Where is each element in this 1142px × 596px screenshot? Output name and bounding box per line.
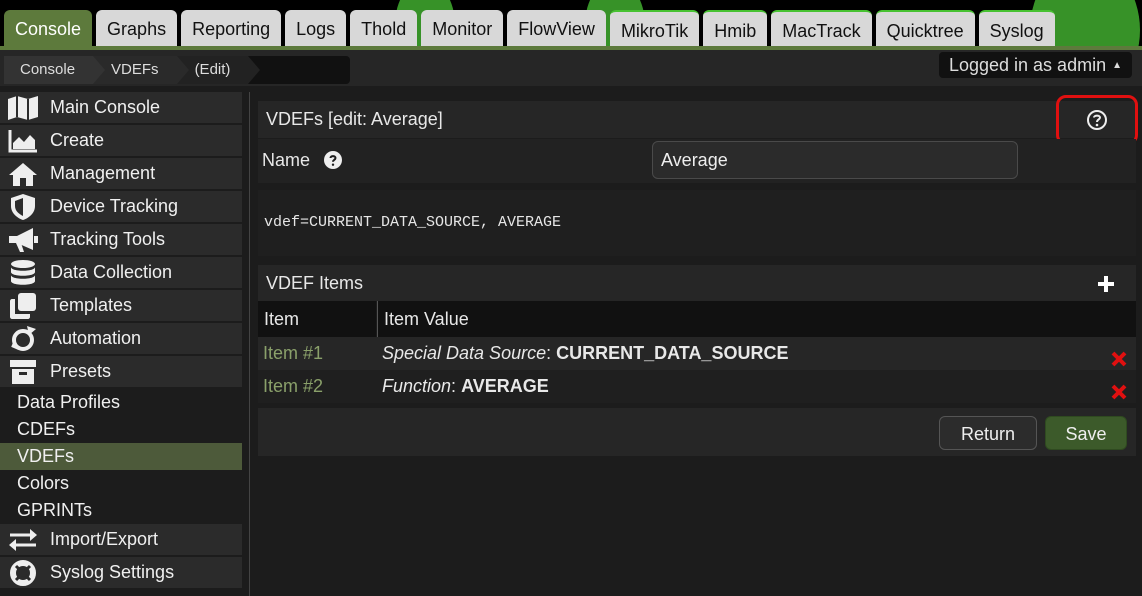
table-row: Item #2 Function: AVERAGE [258, 370, 1136, 403]
sidebar-item-label: Data Collection [50, 262, 173, 282]
column-header-item-value[interactable]: Item Value [377, 301, 1136, 337]
add-item-icon[interactable] [1096, 274, 1116, 294]
return-button[interactable]: Return [939, 416, 1037, 450]
vdef-items-header: VDEF Items [258, 265, 1136, 301]
item-value: Function: AVERAGE [382, 376, 549, 396]
tab-graphs[interactable]: Graphs [96, 10, 178, 46]
megaphone-icon [6, 224, 40, 255]
table-row: Item #1 Special Data Source: CURRENT_DAT… [258, 337, 1136, 370]
refresh-icon [6, 323, 40, 354]
sidebar-item-data-collection[interactable]: Data Collection [0, 257, 242, 288]
tab-quicktree[interactable]: Quicktree [875, 10, 975, 46]
sidebar-subitem-colors[interactable]: Colors [0, 470, 242, 497]
item-key: Function [382, 376, 452, 396]
sidebar-subitem-cdefs[interactable]: CDEFs [0, 416, 242, 443]
sidebar-item-create[interactable]: Create [0, 125, 242, 156]
delete-icon[interactable] [1111, 378, 1127, 400]
lifebuoy-icon [6, 557, 40, 588]
tab-thold[interactable]: Thold [350, 10, 418, 46]
sidebar-item-label: Templates [50, 295, 133, 315]
sidebar-item-device-tracking[interactable]: Device Tracking [0, 191, 242, 222]
delete-icon[interactable] [1111, 345, 1127, 367]
name-label: Name [262, 150, 311, 170]
sidebar-divider [249, 92, 250, 596]
tab-hmib[interactable]: Hmib [703, 10, 768, 46]
sidebar: Main Console Create Management Device Tr… [0, 92, 242, 596]
sidebar-item-tracking-tools[interactable]: Tracking Tools [0, 224, 242, 255]
tab-console[interactable]: Console [4, 10, 93, 46]
user-label: Logged in as admin [948, 55, 1107, 75]
tab-syslog[interactable]: Syslog [978, 10, 1055, 46]
sidebar-item-templates[interactable]: Templates [0, 290, 242, 321]
breadcrumb-strip: Console VDEFs (Edit) Logged in as admin ▲ [0, 46, 1142, 86]
shield-icon [6, 191, 40, 222]
breadcrumb: Console VDEFs (Edit) [4, 56, 350, 84]
column-header-item[interactable]: Item [258, 301, 376, 337]
caret-up-icon: ▲ [1112, 60, 1122, 72]
sidebar-subitem-data-profiles[interactable]: Data Profiles [0, 389, 242, 416]
clone-icon [6, 290, 40, 321]
item-val: AVERAGE [461, 376, 549, 396]
sidebar-item-label: Import/Export [50, 529, 159, 549]
sidebar-item-label: Tracking Tools [50, 229, 166, 249]
sidebar-item-label: Presets [50, 361, 112, 381]
item-link[interactable]: Item #2 [263, 370, 323, 403]
tab-reporting[interactable]: Reporting [181, 10, 282, 46]
sidebar-subitem-vdefs[interactable]: VDEFs [0, 443, 242, 470]
sidebar-item-automation[interactable]: Automation [0, 323, 242, 354]
sidebar-item-management[interactable]: Management [0, 158, 242, 189]
highlight-annotation [1056, 95, 1138, 145]
tab-monitor[interactable]: Monitor [421, 10, 504, 46]
home-icon [6, 158, 40, 189]
database-icon [6, 257, 40, 288]
archive-icon [6, 356, 40, 387]
vdef-string: vdef=CURRENT_DATA_SOURCE, AVERAGE [258, 190, 1136, 256]
sidebar-item-import-export[interactable]: Import/Export [0, 524, 242, 555]
main-tabs: Console Graphs Reporting Logs Thold Moni… [4, 10, 1055, 46]
sidebar-item-label: Syslog Settings [50, 562, 175, 582]
tab-mactrack[interactable]: MacTrack [771, 10, 872, 46]
item-link[interactable]: Item #1 [263, 337, 323, 370]
top-nav-bar: Console Graphs Reporting Logs Thold Moni… [0, 0, 1142, 46]
item-key: Special Data Source [382, 343, 547, 363]
sidebar-item-label: Create [50, 130, 105, 150]
exchange-icon [6, 524, 40, 555]
item-val: CURRENT_DATA_SOURCE [556, 343, 789, 363]
sidebar-item-label: Device Tracking [50, 196, 179, 216]
sidebar-item-syslog-settings[interactable]: Syslog Settings [0, 557, 242, 588]
tab-logs[interactable]: Logs [285, 10, 347, 46]
sidebar-item-presets[interactable]: Presets [0, 356, 242, 387]
sidebar-item-label: Main Console [50, 97, 161, 117]
tab-flowview[interactable]: FlowView [507, 10, 606, 46]
item-value: Special Data Source: CURRENT_DATA_SOURCE [382, 343, 789, 363]
name-field[interactable] [652, 141, 1018, 179]
breadcrumb-console[interactable]: Console [4, 56, 106, 84]
sidebar-item-label: Management [50, 163, 156, 183]
sidebar-item-label: Automation [50, 328, 142, 348]
sidebar-item-main-console[interactable]: Main Console [0, 92, 242, 123]
sidebar-subitem-gprints[interactable]: GPRINTs [0, 497, 242, 524]
area-chart-icon [6, 125, 40, 156]
breadcrumb-vdefs[interactable]: VDEFs [93, 56, 189, 84]
save-button[interactable]: Save [1045, 416, 1127, 450]
tab-mikrotik[interactable]: MikroTik [609, 10, 700, 46]
question-icon[interactable] [324, 151, 342, 169]
map-icon [6, 92, 40, 123]
user-menu[interactable]: Logged in as admin ▲ [938, 52, 1132, 78]
page-title: VDEFs [edit: Average] [258, 101, 1136, 138]
